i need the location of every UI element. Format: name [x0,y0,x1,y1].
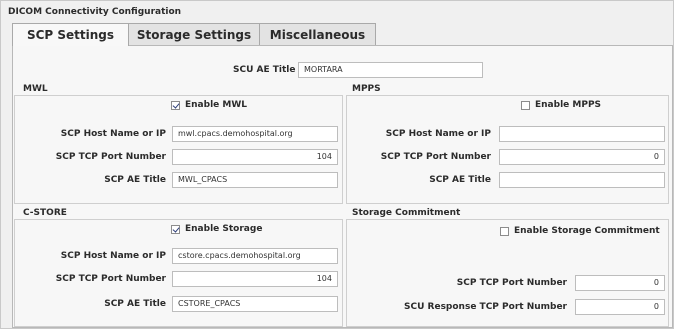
mwl-host-field[interactable]: mwl.cpacs.demohospital.org [172,126,338,142]
commit-resp-label: SCU Response TCP Port Number [404,302,567,312]
mpps-ae-label: SCP AE Title [429,175,491,185]
enable-mpps-label: Enable MPPS [535,100,602,110]
mpps-host-label: SCP Host Name or IP [385,129,491,139]
cstore-ae-label: SCP AE Title [104,299,166,309]
commit-resp-field[interactable]: 0 [575,299,665,315]
tab-scp-settings[interactable]: SCP Settings [12,23,129,46]
enable-storage-label: Enable Storage [185,224,263,234]
mpps-ae-field[interactable] [499,172,665,188]
mpps-port-label: SCP TCP Port Number [380,152,491,162]
mwl-port-label: SCP TCP Port Number [55,152,166,162]
enable-mpps-checkbox[interactable]: Enable MPPS [521,100,601,110]
mpps-section-title: MPPS [352,84,381,94]
enable-commit-checkbox[interactable]: Enable Storage Commitment [500,226,660,236]
enable-mwl-checkbox[interactable]: Enable MWL [171,100,247,110]
cstore-host-field[interactable]: cstore.cpacs.demohospital.org [172,248,338,264]
commit-port-field[interactable]: 0 [575,275,665,291]
dicom-config-window: DICOM Connectivity Configuration SCP Set… [0,0,674,329]
tab-bar: SCP Settings Storage Settings Miscellane… [12,23,376,46]
mwl-ae-label: SCP AE Title [104,175,166,185]
cstore-port-label: SCP TCP Port Number [55,274,166,284]
cstore-ae-field[interactable]: CSTORE_CPACS [172,296,338,312]
cstore-host-label: SCP Host Name or IP [60,251,166,261]
scp-settings-panel: SCU AE Title MORTARA MWL Enable MWL SCP … [12,45,673,328]
commit-port-label: SCP TCP Port Number [456,278,567,288]
commit-section-title: Storage Commitment [352,208,461,218]
mpps-port-field[interactable]: 0 [499,149,665,165]
checkbox-unchecked-icon [521,100,530,110]
mwl-host-label: SCP Host Name or IP [60,129,166,139]
tab-storage-settings[interactable]: Storage Settings [128,23,260,45]
mwl-section-title: MWL [23,84,48,94]
mwl-port-field[interactable]: 104 [172,149,338,165]
cstore-section-title: C-STORE [23,208,67,218]
window-title: DICOM Connectivity Configuration [8,7,182,17]
mpps-host-field[interactable] [499,126,665,142]
mwl-ae-field[interactable]: MWL_CPACS [172,172,338,188]
enable-commit-label: Enable Storage Commitment [514,226,660,236]
enable-storage-checkbox[interactable]: Enable Storage [171,224,262,234]
scu-ae-title-label: SCU AE Title [233,65,296,75]
enable-mwl-label: Enable MWL [185,100,248,110]
cstore-port-field[interactable]: 104 [172,271,338,287]
checkbox-checked-icon [171,224,180,234]
checkbox-unchecked-icon [500,226,509,236]
scu-ae-title-field[interactable]: MORTARA [298,62,483,78]
tab-miscellaneous[interactable]: Miscellaneous [259,23,376,45]
checkbox-checked-icon [171,100,180,110]
